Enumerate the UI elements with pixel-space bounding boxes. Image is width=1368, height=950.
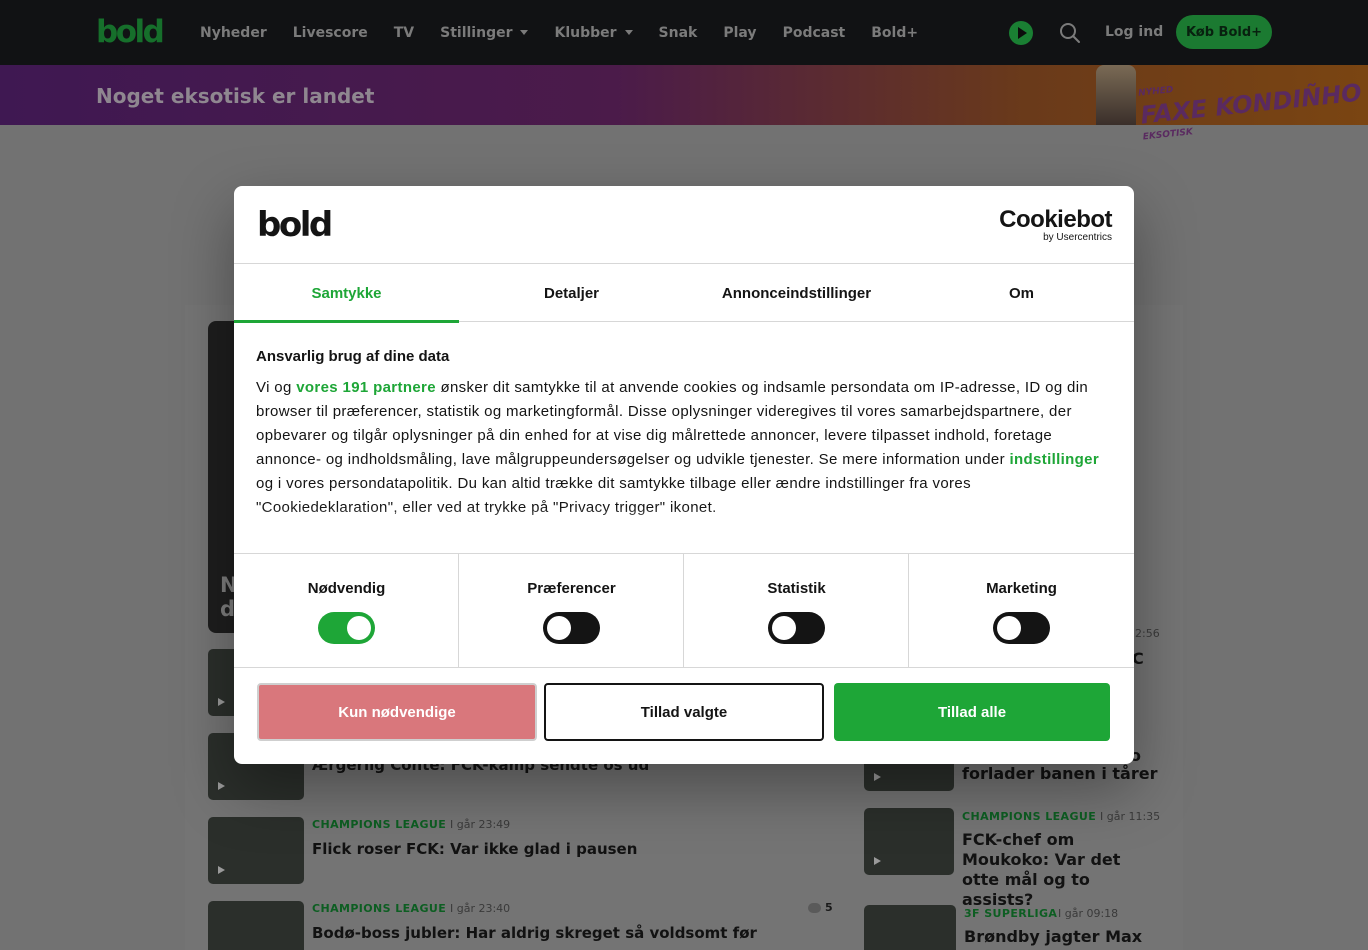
- list-item[interactable]: CHAMPIONS LEAGUE I går 23:49 Flick roser…: [208, 817, 832, 884]
- tab-annonceindstillinger[interactable]: Annonceindstillinger: [684, 264, 909, 322]
- cookie-consent-dialog: bold Cookiebot by Usercentrics Samtykke …: [234, 186, 1134, 764]
- consent-tabs: Samtykke Detaljer Annonceindstillinger O…: [234, 263, 1134, 323]
- cookiebot-sub: by Usercentrics: [1043, 232, 1112, 243]
- consent-text-part: Vi og: [256, 379, 292, 396]
- nav-label: Stillinger: [440, 24, 513, 41]
- allow-all-button[interactable]: Tillad alle: [834, 683, 1110, 741]
- nav-label: Bold+: [871, 24, 919, 41]
- nav-item-podcast[interactable]: Podcast: [783, 25, 846, 41]
- comment-count-value: 5: [825, 901, 833, 914]
- nav-item-play[interactable]: Play: [723, 25, 756, 41]
- preferences-toggle[interactable]: [543, 612, 600, 644]
- article-time: I går 23:40: [450, 902, 511, 915]
- article-thumbnail: [208, 817, 304, 884]
- cookiebot-logo[interactable]: Cookiebot by Usercentrics: [999, 208, 1112, 244]
- toggle-knob: [772, 616, 796, 640]
- list-item[interactable]: CHAMPIONS LEAGUE I går 11:35 FCK-chef om…: [864, 808, 1164, 909]
- toggle-knob: [347, 616, 371, 640]
- nav-label: Livescore: [292, 24, 368, 41]
- promo-product-logo: NYHED FAXE KONDIÑHO EKSOTISK: [1137, 60, 1365, 149]
- nav-item-snak[interactable]: Snak: [659, 25, 698, 41]
- bold-logo[interactable]: bold: [96, 17, 165, 48]
- nav-item-klubber[interactable]: Klubber: [554, 24, 633, 41]
- scroll-fade: [234, 507, 1134, 553]
- category-marketing: Marketing: [909, 554, 1134, 667]
- article-headline: Flick roser FCK: Var ikke glad i pausen: [312, 840, 638, 858]
- consent-body[interactable]: Ansvarlig brug af dine data Vi og vores …: [234, 322, 1134, 553]
- top-navigation: bold Nyheder Livescore TV Stillinger Klu…: [0, 0, 1368, 65]
- article-time: I går 11:35: [1100, 810, 1161, 823]
- article-headline: Bodø-boss jubler: Har aldrig skreget så …: [312, 924, 757, 942]
- nav-label: Snak: [658, 24, 698, 41]
- play-icon: [218, 866, 225, 874]
- play-icon: [874, 773, 881, 781]
- play-icon: [874, 857, 881, 865]
- category-label: Marketing: [986, 580, 1057, 597]
- consent-title: Ansvarlig brug af dine data: [256, 348, 450, 365]
- list-item[interactable]: 3F SUPERLIGA I går 09:18 Brøndby jagter …: [864, 905, 1164, 950]
- consent-categories: Nødvendig Præferencer Statistik Marketin…: [234, 553, 1134, 668]
- nav-label: Nyheder: [200, 24, 267, 41]
- nav-item-stillinger[interactable]: Stillinger: [440, 24, 529, 41]
- settings-link[interactable]: indstillinger: [1010, 451, 1100, 468]
- play-icon: [218, 782, 225, 790]
- comment-icon: [808, 902, 821, 913]
- article-thumbnail: [864, 905, 956, 950]
- article-category: CHAMPIONS LEAGUE: [312, 818, 447, 831]
- article-thumbnail: [208, 901, 304, 950]
- play-icon[interactable]: [1009, 21, 1033, 45]
- article-time: I går 09:18: [1058, 907, 1119, 920]
- nav-item-bold-plus[interactable]: Bold+: [871, 25, 918, 41]
- buy-bold-plus-button[interactable]: Køb Bold+: [1176, 15, 1272, 49]
- allow-selected-button[interactable]: Tillad valgte: [544, 683, 824, 741]
- nav-item-nyheder[interactable]: Nyheder: [200, 25, 267, 41]
- article-category: CHAMPIONS LEAGUE: [962, 810, 1097, 823]
- article-headline: FCK-chef om Moukoko: Var det otte mål og…: [962, 830, 1121, 909]
- toggle-knob: [547, 616, 571, 640]
- marketing-toggle[interactable]: [993, 612, 1050, 644]
- category-label: Statistik: [767, 580, 826, 597]
- article-time: 2:56: [1135, 627, 1160, 640]
- comment-count[interactable]: 5: [808, 901, 833, 914]
- bold-logo: bold: [257, 205, 333, 245]
- nav-label: Klubber: [554, 24, 617, 41]
- nav-label: Podcast: [782, 24, 846, 41]
- toggle-knob: [997, 616, 1021, 640]
- category-necessary: Nødvendig: [234, 554, 459, 667]
- necessary-toggle[interactable]: [318, 612, 375, 644]
- nav-item-livescore[interactable]: Livescore: [293, 25, 368, 41]
- statistics-toggle[interactable]: [768, 612, 825, 644]
- nav-label: TV: [393, 24, 415, 41]
- tab-samtykke[interactable]: Samtykke: [234, 264, 459, 323]
- only-necessary-button[interactable]: Kun nødvendige: [257, 683, 537, 741]
- consent-text: Vi og vores 191 partnere ønsker dit samt…: [256, 376, 1114, 520]
- nav-item-tv[interactable]: TV: [394, 25, 414, 41]
- category-preferences: Præferencer: [459, 554, 684, 667]
- category-label: Præferencer: [527, 580, 616, 597]
- chevron-down-icon: [520, 30, 529, 35]
- login-link[interactable]: Log ind: [1105, 24, 1163, 40]
- article-headline: forlader banen i tårer: [962, 764, 1158, 783]
- article-headline: Brøndby jagter Max: [964, 927, 1143, 946]
- promo-banner[interactable]: Noget eksotisk er landet NYHED FAXE KOND…: [0, 65, 1368, 142]
- article-category: 3F SUPERLIGA: [964, 907, 1058, 920]
- search-icon[interactable]: [1059, 22, 1081, 44]
- list-item[interactable]: CHAMPIONS LEAGUE I går 23:40 5 Bodø-boss…: [208, 901, 833, 950]
- cookiebot-name: Cookiebot: [999, 206, 1112, 233]
- main-nav: Nyheder Livescore TV Stillinger Klubber …: [200, 0, 944, 65]
- tab-detaljer[interactable]: Detaljer: [459, 264, 684, 322]
- article-category: CHAMPIONS LEAGUE: [312, 902, 447, 915]
- category-label: Nødvendig: [307, 580, 386, 597]
- play-icon: [218, 698, 225, 706]
- promo-text: Noget eksotisk er landet: [96, 84, 375, 108]
- article-time: I går 23:49: [450, 818, 511, 831]
- article-thumbnail: [864, 808, 954, 875]
- category-statistics: Statistik: [684, 554, 909, 667]
- chevron-down-icon: [624, 30, 633, 35]
- partners-link[interactable]: vores 191 partnere: [296, 379, 436, 396]
- nav-label: Play: [723, 24, 757, 41]
- tab-om[interactable]: Om: [909, 264, 1134, 322]
- bottle-image: [1096, 65, 1136, 125]
